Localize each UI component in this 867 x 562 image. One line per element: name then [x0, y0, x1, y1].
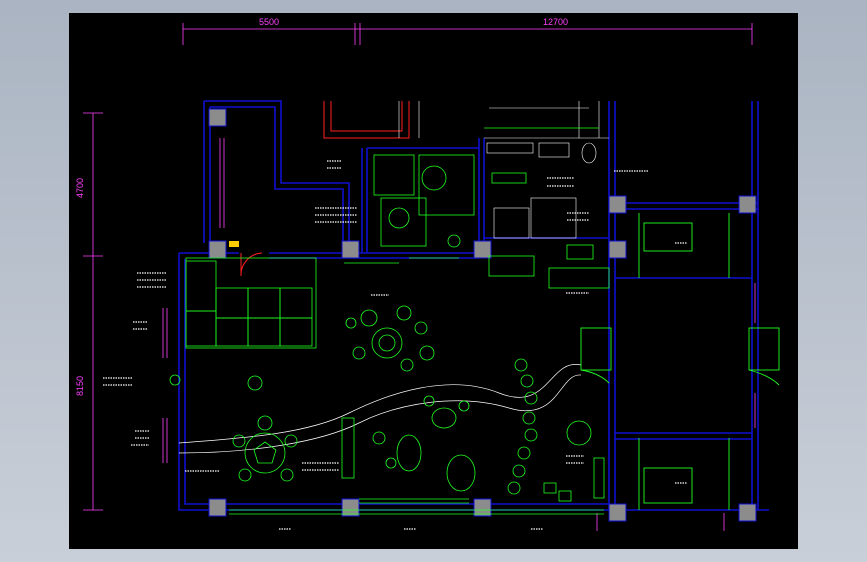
column [341, 240, 360, 259]
column [608, 240, 627, 259]
floor-plan: 5500 12700 4700 8150 [75, 17, 780, 531]
column [208, 108, 227, 127]
column [738, 503, 757, 522]
column [608, 195, 627, 214]
column [738, 195, 757, 214]
column [208, 498, 227, 517]
windows [162, 138, 756, 531]
dimension-lines [83, 23, 753, 511]
dim-top-left: 5500 [259, 17, 279, 27]
column [473, 498, 492, 517]
column [608, 503, 627, 522]
dim-left-lower: 8150 [75, 376, 85, 396]
dim-top-right: 12700 [543, 17, 568, 27]
cad-viewport: 5500 12700 4700 8150 [0, 0, 867, 562]
column [208, 240, 227, 259]
tables [169, 305, 605, 502]
column [341, 498, 360, 517]
curved-path [178, 364, 582, 454]
upper-rooms [398, 101, 609, 239]
column [473, 240, 492, 259]
booth-grid [185, 257, 317, 349]
columns [208, 108, 757, 522]
dim-left-upper: 4700 [75, 178, 85, 198]
drawing-canvas[interactable]: 5500 12700 4700 8150 [69, 13, 798, 549]
bottom-windows [229, 498, 604, 515]
